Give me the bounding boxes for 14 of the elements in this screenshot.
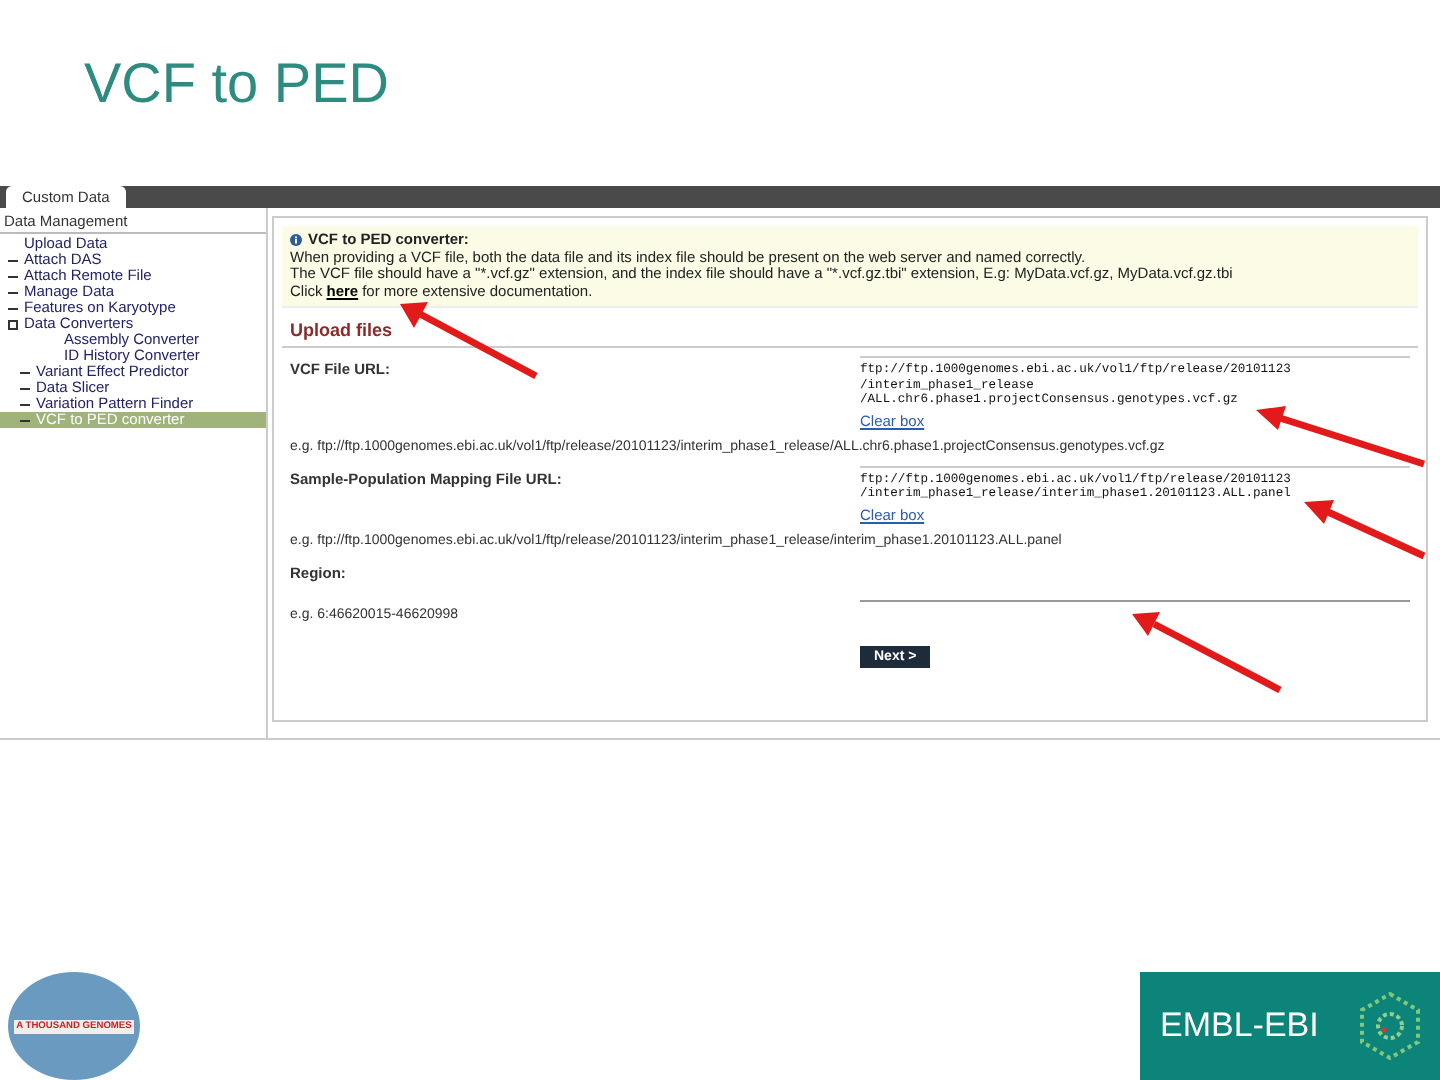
dash-icon bbox=[20, 371, 30, 373]
dash-icon bbox=[8, 275, 18, 277]
dash-icon bbox=[8, 259, 18, 261]
dash-icon bbox=[8, 307, 18, 309]
dash-icon bbox=[20, 419, 30, 421]
annotation-arrow bbox=[1304, 500, 1426, 560]
annotation-arrow bbox=[400, 302, 538, 380]
info-icon bbox=[290, 234, 302, 247]
embl-ebi-logo: EMBL-EBI bbox=[1140, 972, 1440, 1080]
dash-icon bbox=[8, 291, 18, 293]
dash-icon bbox=[20, 387, 30, 389]
dash-icon bbox=[20, 403, 30, 405]
slide-title: VCF to PED bbox=[82, 50, 391, 118]
square-icon bbox=[8, 319, 18, 329]
